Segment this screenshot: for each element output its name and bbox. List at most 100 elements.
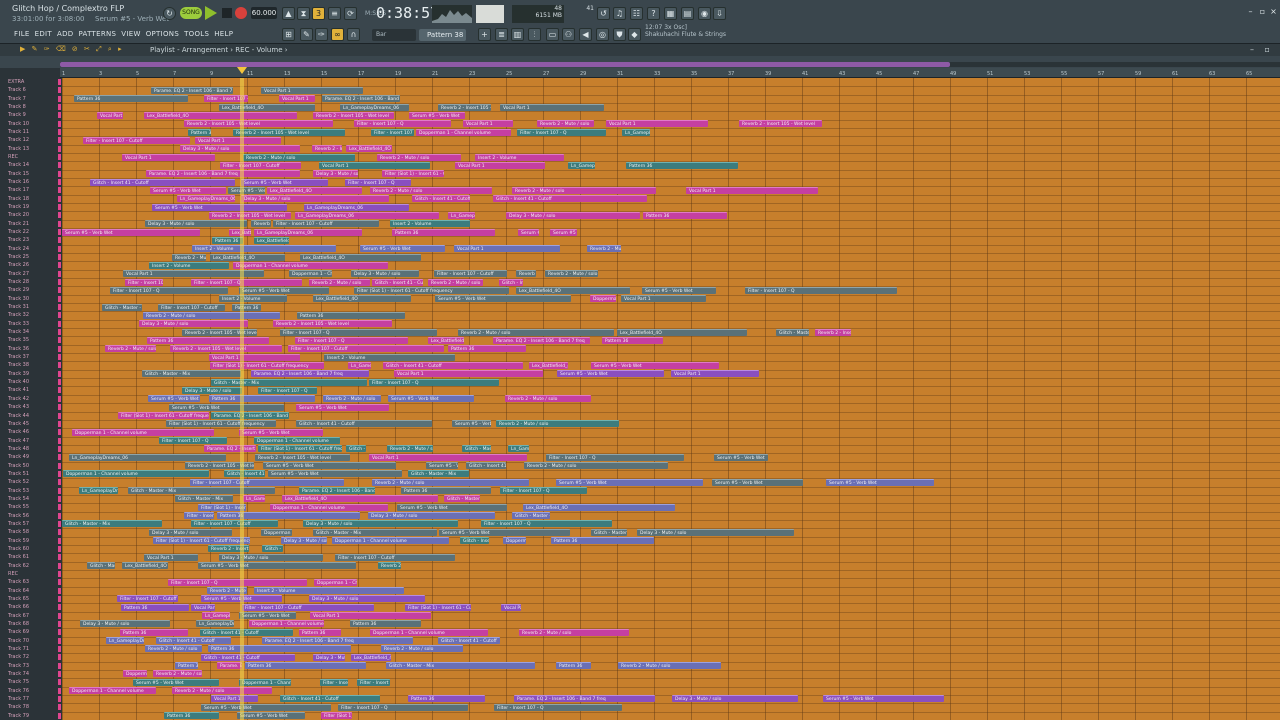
playlist-clip[interactable]: Dopperman 1 - Channel volume <box>254 437 340 445</box>
record-button[interactable] <box>235 7 247 19</box>
playlist-clip[interactable]: Dopperman 1 - Channel volume <box>72 428 214 436</box>
playlist-clip[interactable]: Pattern 36 <box>297 311 405 319</box>
playlist-clip[interactable]: Serum #5 - Verb Wet <box>435 295 571 303</box>
playlist-clip[interactable]: Delay 3 - Mute / solo <box>313 653 345 661</box>
track-header[interactable]: Track 27 <box>0 270 62 278</box>
playlist-clip[interactable]: Vocal Part 1 <box>319 161 430 169</box>
tag-icon[interactable]: ◆ <box>628 28 641 41</box>
playlist-clip[interactable]: Filter - Insert 107 - Cutoff <box>273 220 379 228</box>
track-header[interactable]: REC <box>0 570 62 578</box>
playlist-clip[interactable]: Reverb 2 - Mute / solo <box>496 420 619 428</box>
playlist-clip[interactable]: Reverb 2 - Mute / solo <box>377 153 461 161</box>
track-header[interactable]: Track 41 <box>0 386 62 394</box>
playlist-clip[interactable]: Glitch - Master - Mix <box>444 495 480 503</box>
playlist-clip[interactable]: Delay 3 - Mute / solo <box>351 270 419 278</box>
playlist-clip[interactable]: Vocal Part 1 <box>606 120 708 128</box>
playlist-clip[interactable]: Vocal Part 1 <box>97 111 123 119</box>
loop-record-icon[interactable]: ⟳ <box>344 7 357 20</box>
playlist-clip[interactable]: Filter - Insert 107 - Q <box>125 278 163 286</box>
playlist-clip[interactable]: Delay 3 - Mute / solo <box>80 620 170 628</box>
track-header[interactable]: Track 59 <box>0 537 62 545</box>
playlist-clip[interactable]: Glitch - Insert 41 - Cutoff <box>296 420 432 428</box>
track-header[interactable]: Track 24 <box>0 245 62 253</box>
playlist-clip[interactable]: Lex_Battlefield_4O <box>529 361 568 369</box>
playlist-clip[interactable]: Filter - Insert 107 - Q <box>338 703 468 711</box>
playlist-clip[interactable]: Serum #5 - Verb Wet <box>823 695 944 703</box>
playlist-clip[interactable]: Lex_Battlefield_4O <box>428 336 464 344</box>
playlist-clip[interactable]: Vocal Part 1 <box>455 161 545 169</box>
playlist-clip[interactable]: Delay 3 - Mute / solo <box>182 386 242 394</box>
track-header[interactable]: Track 12 <box>0 136 62 144</box>
track-header[interactable]: Track 56 <box>0 512 62 520</box>
track-header[interactable]: Track 53 <box>0 487 62 495</box>
playlist-clip[interactable]: Ln_GameplayDreams_06 <box>69 453 226 461</box>
playlist-clip[interactable]: Glitch - Master - Mix <box>87 562 115 570</box>
menu-edit[interactable]: EDIT <box>35 30 52 38</box>
playlist-clip[interactable]: Lex_Battlefield_4O <box>523 503 675 511</box>
playlist-clip[interactable]: Dopperman 1 - Channel volume <box>270 503 388 511</box>
playlist-clip[interactable]: Reverb 2 - Insert 105 - Wet level <box>233 128 345 136</box>
playlist-clip[interactable]: Serum #5 - Verb Wet <box>201 703 331 711</box>
playlist-clip[interactable]: Filter - Insert 107 - Q <box>481 520 612 528</box>
menu-add[interactable]: ADD <box>57 30 73 38</box>
track-header[interactable]: Track 39 <box>0 370 62 378</box>
playlist-clip[interactable]: Glitch - Insert 41 - Cutoff <box>224 470 265 478</box>
track-header[interactable]: Track 73 <box>0 662 62 670</box>
playlist-clip[interactable]: Serum #5 - Verb Wet <box>228 186 265 194</box>
playlist-clip[interactable]: Parame. EQ 2 - Insert 106 - Band 7 freq <box>204 445 256 453</box>
playlist-clip[interactable]: Glitch - Master - Mix <box>512 512 550 520</box>
playlist-clip[interactable]: Ln_GameplayDreams_06 <box>340 103 409 111</box>
playlist-clip[interactable]: Ln_GameplayDreams_06 <box>448 211 475 219</box>
playlist-clip[interactable]: Pattern 36 <box>643 211 727 219</box>
playlist-clip[interactable]: Filter - Insert 107 - Cutoff <box>357 678 390 686</box>
plug-icon[interactable]: ⚇ <box>562 28 575 41</box>
playlist-clip[interactable]: Vocal Part 1 <box>122 153 215 161</box>
menu-file[interactable]: FILE <box>14 30 30 38</box>
track-header[interactable]: Track 77 <box>0 695 62 703</box>
playlist-clip[interactable]: Vocal Part 1 <box>310 612 431 620</box>
playlist-clip[interactable]: Glitch - Master - Mix <box>591 528 627 536</box>
track-header[interactable]: Track 45 <box>0 420 62 428</box>
playlist-clip[interactable]: Lex_Battlefield_4O <box>122 562 168 570</box>
playlist-clip[interactable]: Lex_Battlefield_4O <box>351 653 391 661</box>
track-header[interactable]: Track 33 <box>0 320 62 328</box>
playlist-clip[interactable]: Delay 3 - Mute / solo <box>281 537 327 545</box>
playlist-clip[interactable]: Glitch - Master - Mix <box>313 528 437 536</box>
playlist-clip[interactable]: Reverb 2 - Mute / solo <box>143 311 280 319</box>
track-header[interactable]: Track 32 <box>0 311 62 319</box>
browser-icon[interactable]: ▤ <box>681 7 694 20</box>
playlist-clip[interactable]: Glitch - Insert 41 - Cutoff <box>412 195 470 203</box>
playlist-clip[interactable]: Pattern 36 <box>245 662 366 670</box>
playlist-clip[interactable]: Dopperman 1 - Channel volume <box>69 687 156 695</box>
playlist-clip[interactable]: Delay 3 - Mute / solo <box>145 220 247 228</box>
track-header[interactable]: Track 71 <box>0 645 62 653</box>
playlist-clip[interactable]: Glitch - Master - Mix <box>175 495 233 503</box>
playlist-clip[interactable]: Reverb 2 - Mute / solo <box>505 395 591 403</box>
speaker-icon[interactable]: ◀ <box>579 28 592 41</box>
playlist-clip[interactable]: Serum #5 - Verb Wet <box>591 361 719 369</box>
playlist-clip[interactable]: Insert 2 - Volume <box>149 261 229 269</box>
playlist-clip[interactable]: Lex_Battlefield_4O <box>313 295 411 303</box>
playlist-clip[interactable]: Pattern 36 <box>350 620 421 628</box>
playlist-clip[interactable]: Reverb 2 - Insert 105 - Wet level <box>313 111 394 119</box>
playlist-clip[interactable]: Delay 3 - Mute / solo <box>241 195 389 203</box>
snap-selector[interactable]: Bar <box>372 29 416 41</box>
playlist-clip[interactable]: Pattern 36 <box>602 336 663 344</box>
playlist-clip[interactable]: Insert 2 - Volume <box>192 245 336 253</box>
playlist-clip[interactable]: Dopperman 1 - Channel volume <box>233 261 388 269</box>
track-header[interactable]: Track 63 <box>0 578 62 586</box>
track-header[interactable]: Track 35 <box>0 336 62 344</box>
playlist-clip[interactable]: Reverb 2 - Mute / solo <box>381 645 463 653</box>
playlist-clip[interactable]: Serum #5 - Verb Wet <box>556 478 703 486</box>
playlist-clip[interactable]: Pattern 36 <box>217 512 360 520</box>
plus-icon[interactable]: + <box>478 28 491 41</box>
playlist-clip[interactable]: Lex_Battlefield_4O <box>282 495 438 503</box>
playlist-clip[interactable]: Serum #5 - Verb Wet <box>198 562 356 570</box>
playlist-clip[interactable]: Filter - Insert 107 - Cutoff <box>288 345 444 353</box>
playlist-clip[interactable]: Vocal Part 1 <box>211 695 258 703</box>
playlist-clip[interactable]: Filter - Insert 107 - Cutoff <box>242 603 374 611</box>
playlist-clip[interactable]: Filter - Insert 107 - Cutoff <box>220 161 301 169</box>
playlist-clip[interactable]: Vocal Part 1 <box>369 453 527 461</box>
playlist-clip[interactable]: Insert 2 - Volume <box>254 587 404 595</box>
playlist-clip[interactable]: Dopperman 1 - Channel volume <box>239 678 291 686</box>
